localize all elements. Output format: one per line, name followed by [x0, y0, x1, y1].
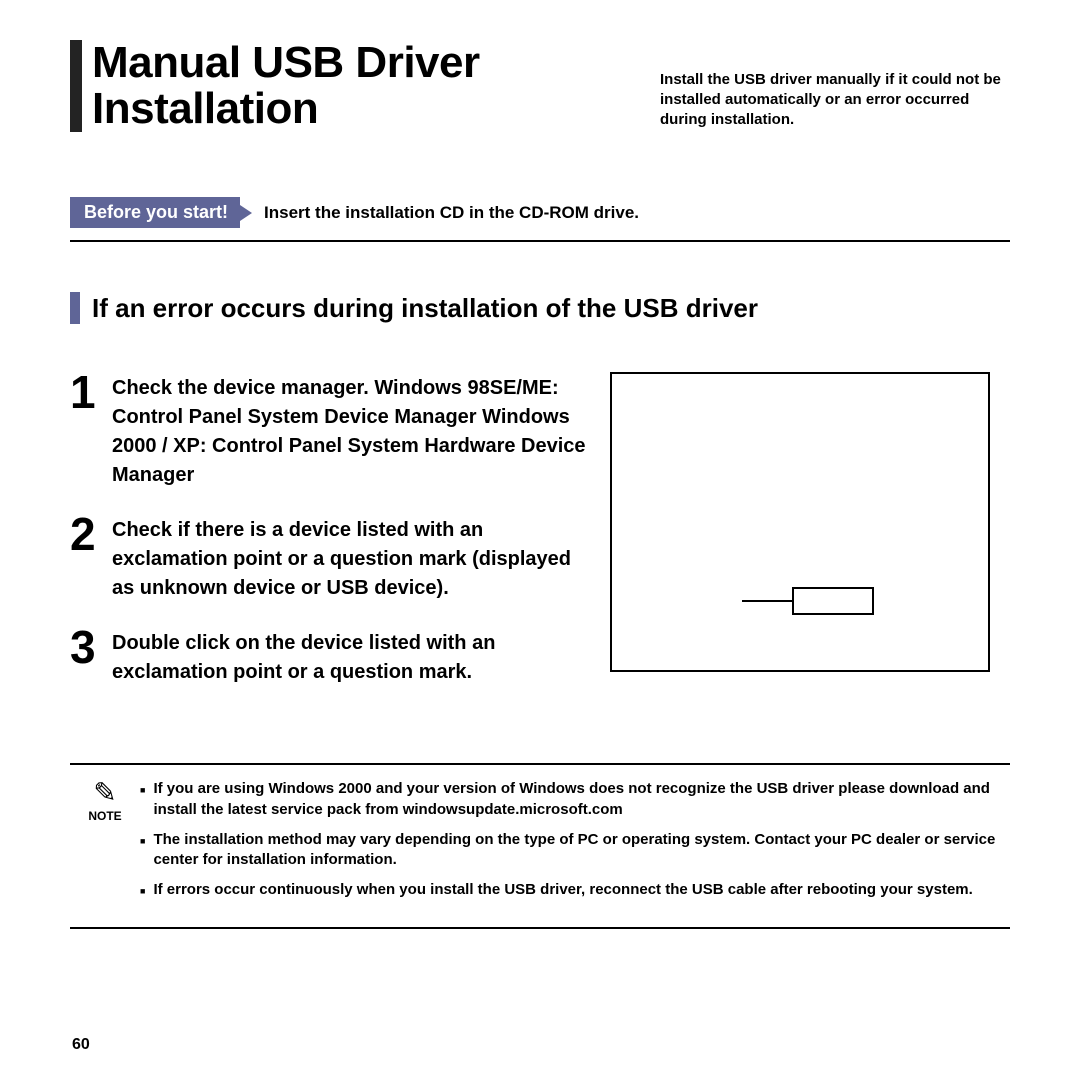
note-block: ✎ NOTE If you are using Windows 2000 and…	[70, 763, 1010, 928]
callout-line	[742, 600, 792, 602]
note-icon: ✎ NOTE	[70, 779, 140, 823]
note-label: NOTE	[70, 809, 140, 823]
page-subtitle: Install the USB driver manually if it co…	[660, 70, 1010, 133]
pencil-icon: ✎	[70, 779, 140, 807]
page-title: Manual USB Driver Installation	[92, 40, 652, 132]
section-heading: If an error occurs during installation o…	[70, 292, 1010, 324]
note-text: If errors occur continuously when you in…	[153, 880, 972, 900]
step-number: 3	[70, 627, 112, 668]
note-text: If you are using Windows 2000 and your v…	[153, 779, 1010, 820]
note-text: The installation method may vary dependi…	[153, 830, 1010, 871]
header-bar: Manual USB Driver Installation Install t…	[70, 40, 1010, 132]
callout-box	[792, 587, 874, 615]
section-heading-text: If an error occurs during installation o…	[92, 293, 758, 324]
step-text: Check the device manager. Windows 98SE/M…	[112, 372, 590, 490]
step-text: Check if there is a device listed with a…	[112, 514, 590, 603]
note-item: If you are using Windows 2000 and your v…	[140, 779, 1010, 820]
step-text: Double click on the device listed with a…	[112, 627, 590, 687]
step-number: 2	[70, 514, 112, 555]
before-you-start-row: Before you start! Insert the installatio…	[70, 197, 1010, 242]
before-badge: Before you start!	[70, 197, 240, 228]
step-number: 1	[70, 372, 112, 413]
note-items: If you are using Windows 2000 and your v…	[140, 779, 1010, 910]
screenshot-placeholder	[610, 372, 990, 672]
section-accent-bar	[70, 292, 80, 324]
step-3: 3 Double click on the device listed with…	[70, 627, 590, 687]
step-1: 1 Check the device manager. Windows 98SE…	[70, 372, 590, 490]
before-text: Insert the installation CD in the CD-ROM…	[264, 203, 639, 223]
steps-list: 1 Check the device manager. Windows 98SE…	[70, 372, 590, 711]
note-item: The installation method may vary dependi…	[140, 830, 1010, 871]
step-2: 2 Check if there is a device listed with…	[70, 514, 590, 603]
note-item: If errors occur continuously when you in…	[140, 880, 1010, 900]
page-number: 60	[72, 1036, 90, 1054]
